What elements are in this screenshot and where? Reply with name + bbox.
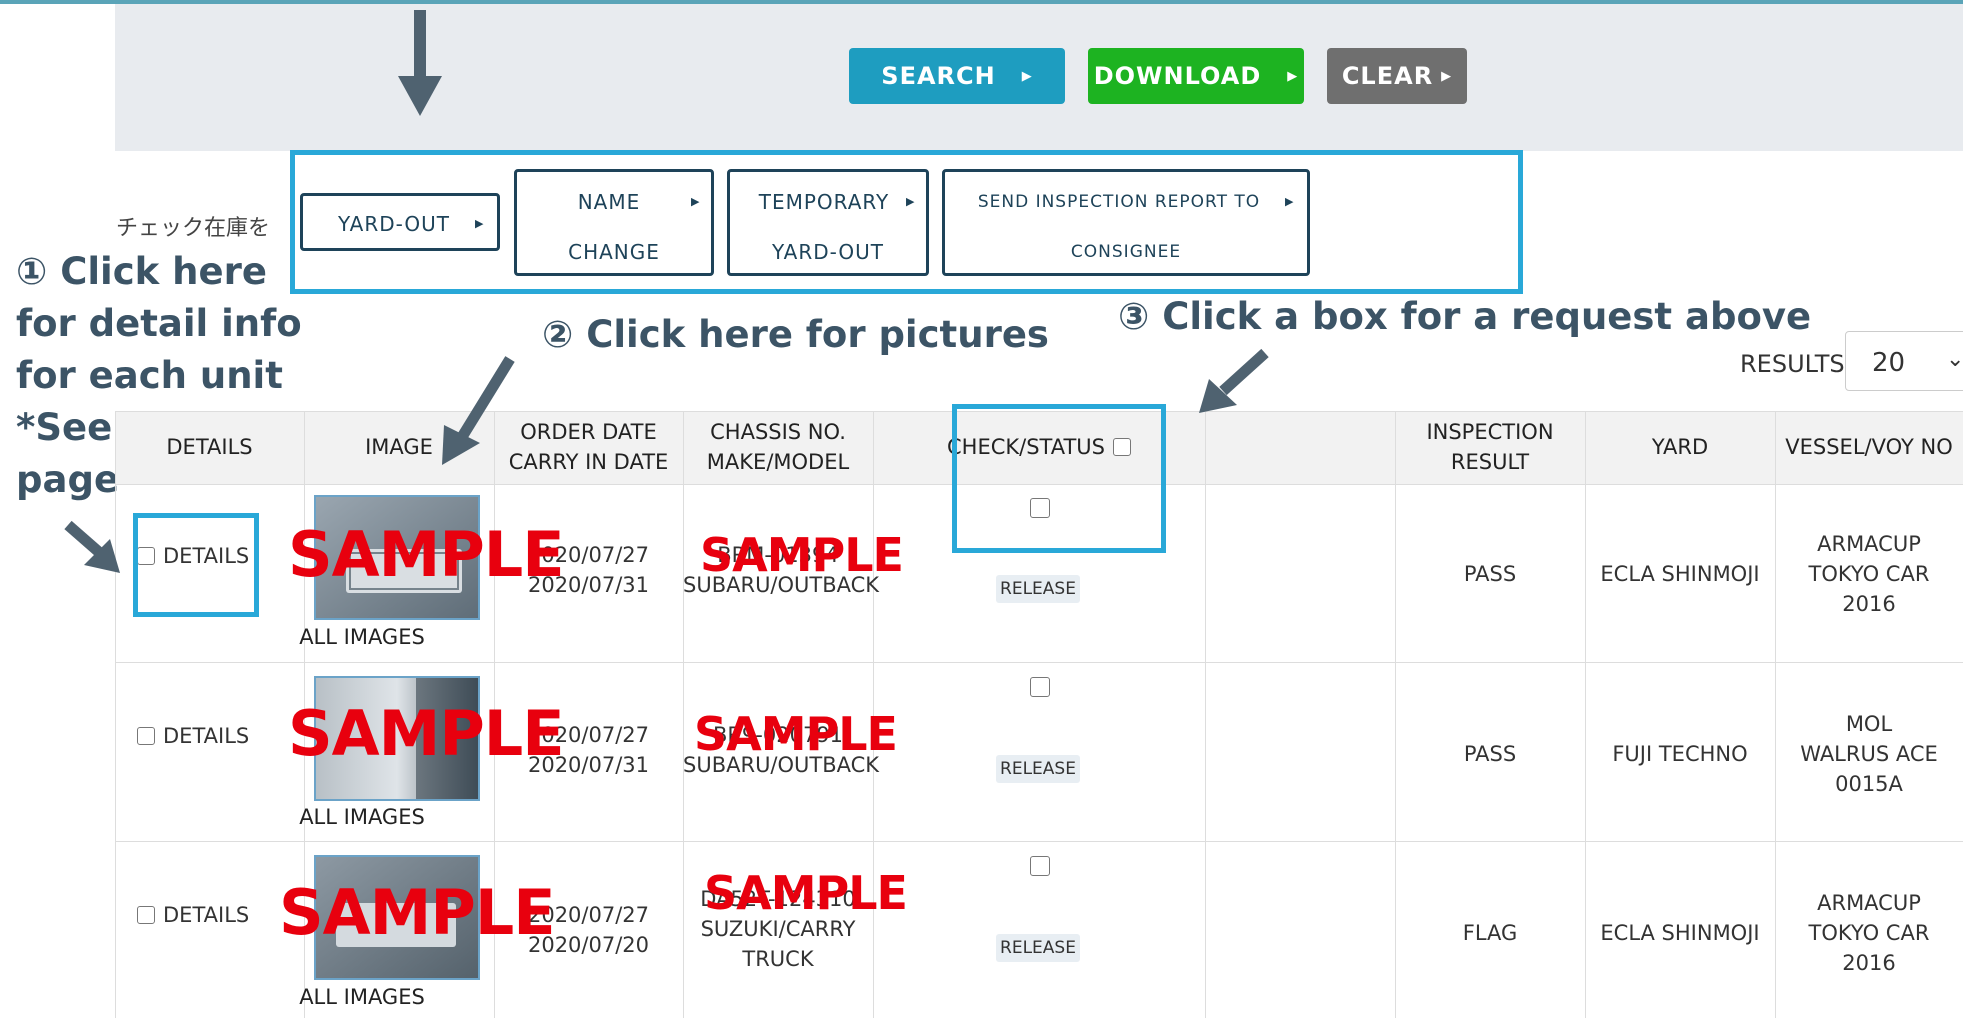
- sample-watermark: SAMPLE: [288, 697, 565, 770]
- header-order-date-line-1: ORDER DATE: [520, 420, 657, 444]
- yard: FUJI TECHNO: [1612, 742, 1748, 766]
- search-button[interactable]: SEARCH ▶: [849, 48, 1065, 104]
- vessel: MOL WALRUS ACE 0015A: [1775, 709, 1963, 799]
- check-highlight: [952, 404, 1166, 553]
- yard-out-button[interactable]: YARD-OUT ▶: [300, 193, 500, 251]
- results-per-page-select[interactable]: 20 ⌄: [1845, 331, 1963, 391]
- clear-button[interactable]: CLEAR ▶: [1327, 48, 1467, 104]
- sample-watermark: SAMPLE: [288, 518, 565, 591]
- details-checkbox-row[interactable]: DETAILS: [137, 724, 249, 748]
- details-checkbox[interactable]: [137, 727, 155, 745]
- sample-watermark: SAMPLE: [704, 866, 908, 920]
- send-report-label-2: CONSIGNEE: [1070, 242, 1182, 262]
- request-checkbox[interactable]: [1030, 677, 1050, 697]
- caret-right-icon: ▶: [906, 195, 916, 208]
- download-button[interactable]: DOWNLOAD ▶: [1088, 48, 1304, 104]
- send-report-label-1: SEND INSPECTION REPORT TO: [977, 192, 1261, 212]
- vessel-line-1: ARMACUP: [1817, 532, 1921, 556]
- caret-right-icon: ▶: [691, 195, 701, 208]
- sample-watermark: SAMPLE: [279, 876, 556, 949]
- inspection-result: FLAG: [1462, 921, 1518, 945]
- search-panel: SEARCH ▶ DOWNLOAD ▶ CLEAR ▶: [115, 4, 1963, 151]
- name-change-label-2: CHANGE: [568, 240, 660, 264]
- inspection-result: PASS: [1463, 562, 1517, 586]
- vessel-line-1: ARMACUP: [1817, 891, 1921, 915]
- send-inspection-report-button[interactable]: SEND INSPECTION REPORT TO ▶ CONSIGNEE: [942, 169, 1310, 276]
- annotation-1-line-1: ① Click here: [16, 250, 267, 293]
- pointer-arrow-icon: [442, 356, 515, 465]
- annotation-1-line-2: for detail info: [16, 302, 302, 345]
- yard: ECLA SHINMOJI: [1600, 562, 1760, 586]
- chevron-down-icon: ⌄: [1946, 346, 1963, 371]
- details-checkbox-row[interactable]: DETAILS: [137, 903, 249, 927]
- all-images-link[interactable]: ALL IMAGES: [267, 805, 457, 829]
- header-details: DETAILS: [166, 435, 253, 459]
- vessel-line-3: 2016: [1842, 951, 1896, 975]
- inspection-result: PASS: [1463, 742, 1517, 766]
- caret-right-icon: ▶: [1441, 68, 1453, 84]
- header-yard: YARD: [1651, 435, 1709, 459]
- request-checkbox[interactable]: [1030, 856, 1050, 876]
- header-vessel: VESSEL/VOY NO: [1785, 435, 1953, 459]
- sample-watermark: SAMPLE: [700, 528, 904, 582]
- temporary-yard-out-button[interactable]: TEMPORARY ▶ YARD-OUT: [727, 169, 929, 276]
- vessel-line-1: MOL: [1845, 712, 1893, 736]
- header-inspection-result: INSPECTION RESULT: [1395, 411, 1585, 483]
- name-change-button[interactable]: NAME ▶ CHANGE: [514, 169, 714, 276]
- status-badge: RELEASE: [996, 934, 1080, 962]
- header-inspection-line-2: RESULT: [1450, 450, 1530, 474]
- all-images-link[interactable]: ALL IMAGES: [267, 625, 457, 649]
- annotation-3: ③ Click a box for a request above: [1118, 295, 1812, 338]
- vessel: ARMACUP TOKYO CAR 2016: [1775, 888, 1963, 978]
- vessel-line-2: TOKYO CAR: [1808, 562, 1930, 586]
- header-order-date-line-2: CARRY IN DATE: [508, 450, 669, 474]
- make-model-line-2: TRUCK: [742, 947, 814, 971]
- pointer-arrow-icon: [64, 520, 120, 573]
- annotation-2: ② Click here for pictures: [542, 313, 1049, 356]
- name-change-label-1: NAME: [577, 190, 641, 214]
- pointer-arrow-icon: [1199, 348, 1269, 413]
- details-highlight: [133, 513, 259, 617]
- caret-right-icon: ▶: [1287, 68, 1299, 84]
- header-chassis-line-2: MAKE/MODEL: [706, 450, 850, 474]
- details-checkbox[interactable]: [137, 906, 155, 924]
- vessel-line-2: TOKYO CAR: [1808, 921, 1930, 945]
- vessel-line-3: 2016: [1842, 592, 1896, 616]
- request-label: チェック在庫を: [116, 216, 271, 241]
- results-value: 20: [1872, 348, 1906, 378]
- caret-right-icon: ▶: [475, 217, 485, 230]
- header-inspection-line-1: INSPECTION: [1426, 420, 1554, 444]
- download-button-label: DOWNLOAD: [1093, 62, 1262, 90]
- annotation-1-line-3: for each unit: [16, 354, 283, 397]
- search-button-label: SEARCH: [881, 62, 996, 90]
- status-badge: RELEASE: [996, 755, 1080, 783]
- details-label: DETAILS: [163, 903, 250, 927]
- header-chassis-line-1: CHASSIS NO.: [710, 420, 846, 444]
- temporary-label-2: YARD-OUT: [771, 240, 884, 264]
- header-chassis: CHASSIS NO. MAKE/MODEL: [683, 411, 873, 483]
- vessel-line-2: WALRUS ACE: [1800, 742, 1938, 766]
- caret-right-icon: ▶: [1285, 195, 1295, 208]
- header-order-date: ORDER DATE CARRY IN DATE: [494, 411, 683, 483]
- results-label: RESULTS: [1740, 350, 1845, 378]
- vessel-line-3: 0015A: [1835, 772, 1903, 796]
- status-badge: RELEASE: [996, 575, 1080, 603]
- all-images-link[interactable]: ALL IMAGES: [267, 985, 457, 1009]
- vessel: ARMACUP TOKYO CAR 2016: [1775, 529, 1963, 619]
- sample-watermark: SAMPLE: [694, 707, 898, 761]
- caret-right-icon: ▶: [1021, 68, 1033, 84]
- clear-button-label: CLEAR: [1341, 62, 1434, 90]
- details-label: DETAILS: [163, 724, 250, 748]
- down-arrow-icon: [398, 10, 442, 116]
- yard: ECLA SHINMOJI: [1600, 921, 1760, 945]
- temporary-label-1: TEMPORARY: [758, 190, 890, 214]
- yard-out-label: YARD-OUT: [337, 212, 450, 236]
